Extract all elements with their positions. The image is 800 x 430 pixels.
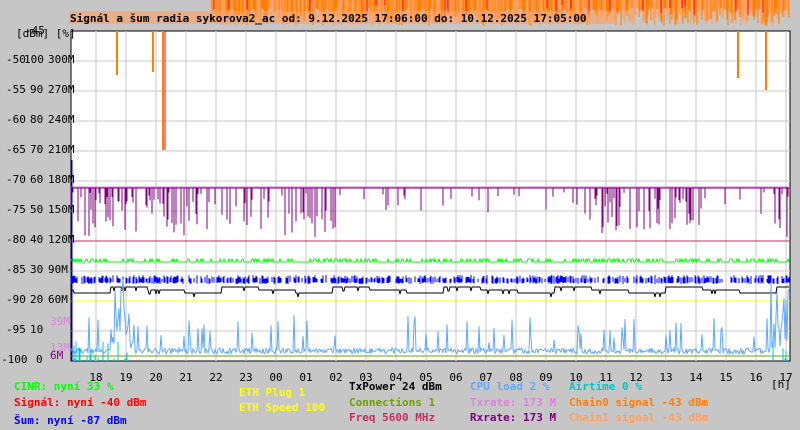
- y-tick-dbm: -90: [6, 293, 26, 306]
- y-tick-rate: 300M: [48, 53, 75, 66]
- y-tick-pct: 80: [30, 113, 44, 126]
- legend-airtime: Airtime 0 %: [569, 380, 642, 393]
- y-tick-dbm: -75: [6, 203, 26, 216]
- legend-txrate: Txrate: 173 M: [470, 396, 557, 409]
- chart-title: Signál a šum radia sykorova2_ac od: 9.12…: [70, 12, 587, 25]
- x-tick-label: 20: [149, 371, 162, 384]
- x-tick-label: 22: [209, 371, 222, 384]
- plot-background: [70, 30, 791, 362]
- y-tick-pct: 20: [30, 293, 44, 306]
- y-tick-rate: 240M: [48, 113, 75, 126]
- y-tick-dbm: -50: [6, 53, 26, 66]
- y-tick-rate: 210M: [48, 143, 75, 156]
- legend-signal: Signál: nyní -40 dBm: [14, 396, 147, 409]
- x-tick-label: 23: [239, 371, 252, 384]
- x-tick-label: 06: [449, 371, 462, 384]
- y-tick-pct: 10: [30, 323, 44, 336]
- x-tick-label: 13: [659, 371, 672, 384]
- y-tick-dbm: -65: [6, 143, 26, 156]
- legend-eth-speed: ETH Speed 100: [239, 401, 326, 414]
- chart: 18 19 20 21 22 23 00 01 02 03 04 05 06 07 08 09 10 11 12 13…: [0, 0, 800, 430]
- y-tick-pct: 50: [30, 203, 44, 216]
- legend-cpu: CPU load 2 %: [470, 380, 550, 393]
- y-tick-rate: 180M: [48, 173, 75, 186]
- y-tick-rate: 270M: [48, 83, 75, 96]
- y-tick-dbm: -100: [1, 353, 28, 366]
- y-tick-dbm: -45: [25, 24, 45, 37]
- y-tick-pct: 70: [30, 143, 44, 156]
- y-tick-rate: 90M: [48, 263, 68, 276]
- y-extra-label: 39M: [50, 315, 70, 328]
- y-tick-dbm: -85: [6, 263, 26, 276]
- legend-eth-plug: ETH Plug 1: [239, 386, 306, 399]
- y-tick-pct: 40: [30, 233, 44, 246]
- legend-noise: Šum: nyní -87 dBm: [14, 414, 127, 427]
- y-tick-pct: 100: [24, 53, 44, 66]
- x-tick-label: 16: [749, 371, 762, 384]
- y-tick-dbm: -70: [6, 173, 26, 186]
- y-tick-dbm: -55: [6, 83, 26, 96]
- legend-rxrate: Rxrate: 173 M: [470, 411, 557, 424]
- y-tick-rate: 60M: [48, 293, 68, 306]
- plot-area: 18 19 20 21 22 23 00 01 02 03 04 05 06 07 08 09 10 11 12 13…: [69, 0, 793, 384]
- legend-chain1: Chain1 signal -43 dBm: [569, 411, 709, 424]
- y-tick-dbm: -95: [6, 323, 26, 336]
- x-tick-label: 19: [119, 371, 132, 384]
- x-unit-label: [h]: [771, 378, 791, 391]
- y-tick-pct: 60: [30, 173, 44, 186]
- y-tick-pct: 90: [30, 83, 44, 96]
- y-tick-pct: 0: [36, 353, 43, 366]
- y-tick-rate: 150M: [48, 203, 75, 216]
- legend-connections: Connections 1: [349, 396, 436, 409]
- legend-chain0: Chain0 signal -43 dBm: [569, 396, 709, 409]
- legend-cinr: CINR: nyní 33 %: [14, 380, 114, 393]
- x-tick-label: 14: [689, 371, 703, 384]
- y-tick-pct: 30: [30, 263, 44, 276]
- legend-txpower: TxPower 24 dBm: [349, 380, 442, 393]
- y-tick-dbm: -80: [6, 233, 26, 246]
- legend-freq: Freq 5600 MHz: [349, 411, 436, 424]
- x-tick-label: 02: [329, 371, 342, 384]
- x-tick-label: 15: [719, 371, 732, 384]
- y-tick-rate: 120M: [48, 233, 75, 246]
- x-tick-label: 01: [299, 371, 312, 384]
- y-tick-dbm: -60: [6, 113, 26, 126]
- x-tick-label: 21: [179, 371, 192, 384]
- y-extra-label: 6M: [50, 349, 64, 362]
- x-tick-label: 00: [269, 371, 282, 384]
